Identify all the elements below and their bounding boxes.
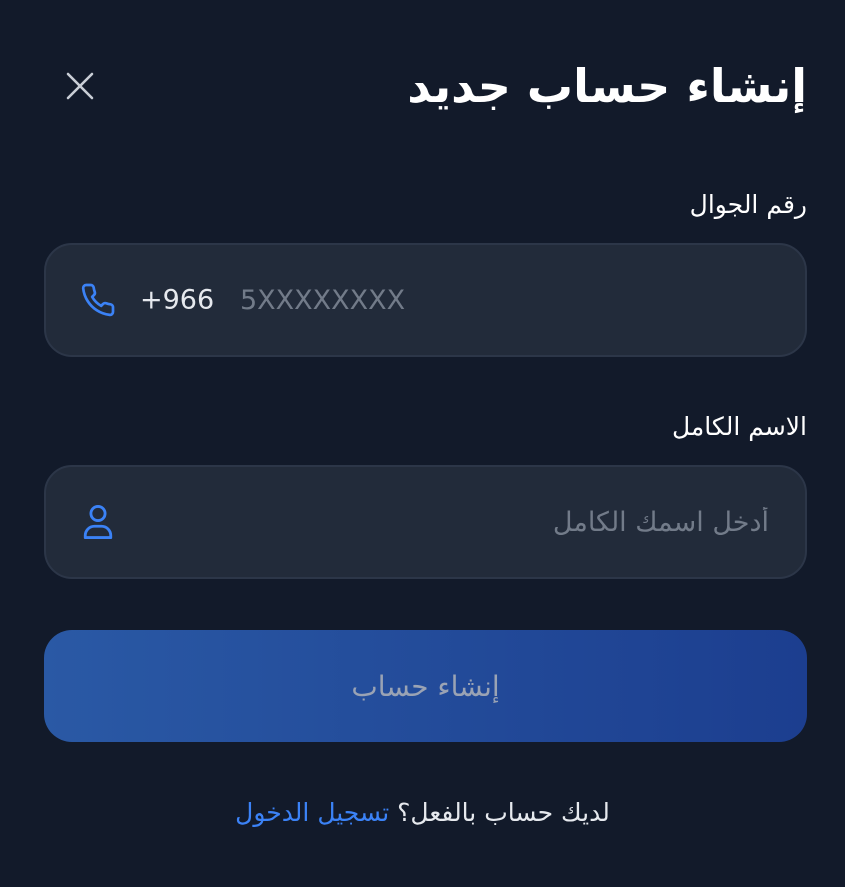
name-field[interactable] [44,465,807,579]
phone-input[interactable] [238,274,785,326]
login-link[interactable]: تسجيل الدخول [235,798,389,827]
country-code: +966 [140,284,215,316]
user-icon [78,502,118,542]
name-input[interactable] [146,496,771,548]
close-icon [66,72,94,100]
phone-label: رقم الجوال [689,190,807,219]
footer: لديك حساب بالفعل؟ تسجيل الدخول [0,798,845,827]
create-account-button[interactable]: إنشاء حساب [44,630,807,742]
name-label: الاسم الكامل [671,412,807,441]
page-title: إنشاء حساب جديد [407,59,807,113]
phone-field[interactable]: +966 [44,243,807,357]
header: إنشاء حساب جديد [44,56,807,116]
phone-icon [78,280,118,320]
footer-text: لديك حساب بالفعل؟ [397,798,610,827]
close-button[interactable] [60,66,100,106]
